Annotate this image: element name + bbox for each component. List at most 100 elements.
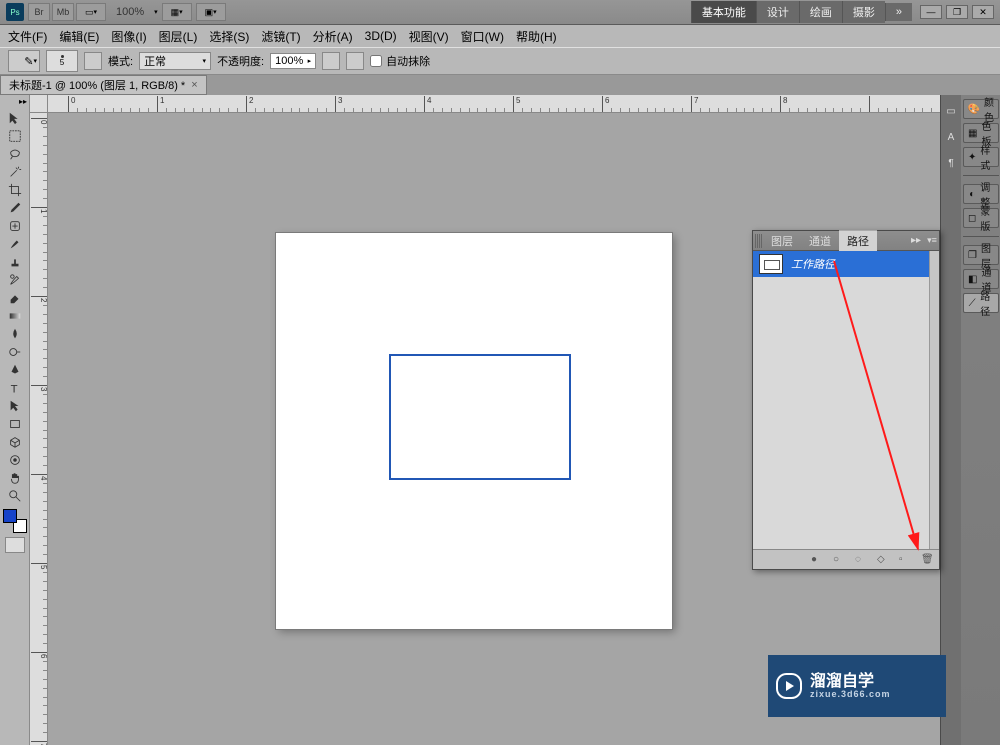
document-tab-bar: 未标题-1 @ 100% (图层 1, RGB/8) * ×: [0, 75, 1000, 95]
3d-tool[interactable]: [3, 433, 27, 451]
dodge-tool[interactable]: [3, 343, 27, 361]
foreground-color[interactable]: [3, 509, 17, 523]
history-brush-tool[interactable]: [3, 271, 27, 289]
character-panel-icon[interactable]: A: [941, 125, 961, 149]
bridge-icon[interactable]: Br: [28, 3, 50, 21]
workspace-photography[interactable]: 摄影: [842, 1, 885, 23]
stroke-path-icon[interactable]: ○: [833, 554, 845, 566]
document-tab[interactable]: 未标题-1 @ 100% (图层 1, RGB/8) * ×: [0, 75, 207, 95]
path-thumbnail[interactable]: [759, 254, 783, 274]
minibridge-icon[interactable]: Mb: [52, 3, 74, 21]
path-to-selection-icon[interactable]: ◌: [855, 554, 867, 566]
workspace-more[interactable]: »: [885, 3, 912, 21]
brush-picker[interactable]: 5: [46, 50, 78, 72]
ruler-vertical[interactable]: 01234567: [30, 113, 48, 745]
auto-erase-checkbox[interactable]: 自动抹除: [370, 53, 430, 69]
color-swatches[interactable]: [3, 509, 27, 533]
delete-path-icon[interactable]: 🗑: [921, 554, 933, 566]
brush-tool[interactable]: [3, 235, 27, 253]
tablet-pressure-opacity-icon[interactable]: [322, 52, 340, 70]
opacity-label: 不透明度:: [217, 53, 264, 69]
history-panel-icon[interactable]: ▭: [941, 99, 961, 123]
pen-tool[interactable]: [3, 361, 27, 379]
menu-3d[interactable]: 3D(D): [359, 27, 403, 45]
hand-tool[interactable]: [3, 469, 27, 487]
panel-scrollbar[interactable]: [929, 251, 939, 549]
panel-channels-button[interactable]: ◧通道: [963, 269, 999, 289]
path-row-work-path[interactable]: 工作路径: [753, 251, 939, 277]
brush-panel-toggle-icon[interactable]: [84, 52, 102, 70]
panel-layers-button[interactable]: ❐图层: [963, 245, 999, 265]
panel-color-button[interactable]: 🎨颜色: [963, 99, 999, 119]
blend-mode-select[interactable]: 正常▾: [139, 52, 211, 70]
menu-select[interactable]: 选择(S): [203, 26, 255, 47]
collapse-toolbar-icon[interactable]: ▸▸: [19, 97, 29, 107]
panel-tab-paths[interactable]: 路径: [839, 230, 877, 251]
new-path-icon[interactable]: ▫: [899, 554, 911, 566]
type-tool[interactable]: T: [3, 379, 27, 397]
selection-to-path-icon[interactable]: ◇: [877, 554, 889, 566]
menu-image[interactable]: 图像(I): [105, 26, 152, 47]
panel-tab-layers[interactable]: 图层: [763, 231, 801, 251]
panel-styles-button[interactable]: ✦样式: [963, 147, 999, 167]
zoom-display[interactable]: 100%: [110, 6, 150, 18]
document-tab-title: 未标题-1 @ 100% (图层 1, RGB/8) *: [9, 77, 185, 93]
arrange-doc-dropdown[interactable]: ▣▾: [196, 3, 226, 21]
close-icon[interactable]: ×: [191, 79, 197, 91]
eraser-tool[interactable]: [3, 289, 27, 307]
marquee-tool[interactable]: [3, 127, 27, 145]
quick-mask-button[interactable]: [5, 537, 25, 553]
eyedropper-tool[interactable]: [3, 199, 27, 217]
panel-tab-channels[interactable]: 通道: [801, 231, 839, 251]
workspace-design[interactable]: 设计: [756, 1, 799, 23]
move-tool[interactable]: [3, 109, 27, 127]
menu-window[interactable]: 窗口(W): [455, 26, 510, 47]
clone-stamp-tool[interactable]: [3, 253, 27, 271]
lasso-tool[interactable]: [3, 145, 27, 163]
paths-panel-body[interactable]: 工作路径: [753, 251, 939, 549]
workspace-painting[interactable]: 绘画: [799, 1, 842, 23]
magic-wand-tool[interactable]: [3, 163, 27, 181]
panel-grip-icon[interactable]: [755, 234, 763, 248]
menu-edit[interactable]: 编辑(E): [53, 26, 105, 47]
canvas[interactable]: [276, 233, 672, 629]
3d-camera-tool[interactable]: [3, 451, 27, 469]
panel-paths-button[interactable]: ⟋路径: [963, 293, 999, 313]
healing-brush-tool[interactable]: [3, 217, 27, 235]
screen-mode-dropdown[interactable]: ▭▾: [76, 3, 106, 21]
window-minimize-button[interactable]: —: [920, 5, 942, 19]
menu-file[interactable]: 文件(F): [2, 26, 53, 47]
workspace-essentials[interactable]: 基本功能: [691, 1, 756, 23]
crop-tool[interactable]: [3, 181, 27, 199]
rectangle-path[interactable]: [389, 354, 571, 480]
tool-preset-picker[interactable]: ✎▾: [8, 50, 40, 72]
window-restore-button[interactable]: ❐: [946, 5, 968, 19]
path-selection-tool[interactable]: [3, 397, 27, 415]
paths-panel-header[interactable]: 图层 通道 路径 ▸▸ ▾≡: [753, 231, 939, 251]
panel-menu-icon[interactable]: ▾≡: [925, 235, 939, 246]
shape-tool[interactable]: [3, 415, 27, 433]
ruler-origin[interactable]: [30, 95, 48, 113]
menu-analysis[interactable]: 分析(A): [307, 26, 359, 47]
airbrush-icon[interactable]: [346, 52, 364, 70]
panel-adjustments-button[interactable]: ◐调整: [963, 184, 999, 204]
zoom-dropdown[interactable]: ▾: [154, 8, 158, 16]
paths-panel[interactable]: 图层 通道 路径 ▸▸ ▾≡ 工作路径 ● ○ ◌ ◇ ▫ 🗑: [752, 230, 940, 570]
menu-filter[interactable]: 滤镜(T): [255, 26, 306, 47]
panel-swatches-button[interactable]: ▦色板: [963, 123, 999, 143]
gradient-tool[interactable]: [3, 307, 27, 325]
fill-path-icon[interactable]: ●: [811, 554, 823, 566]
menu-view[interactable]: 视图(V): [403, 26, 455, 47]
watermark-subtitle: zixue.3d66.com: [810, 690, 891, 699]
paragraph-panel-icon[interactable]: ¶: [941, 151, 961, 175]
menu-help[interactable]: 帮助(H): [510, 26, 563, 47]
ruler-horizontal[interactable]: 012345678: [48, 95, 940, 113]
menu-layer[interactable]: 图层(L): [153, 26, 204, 47]
panel-masks-button[interactable]: ◻蒙版: [963, 208, 999, 228]
zoom-tool[interactable]: [3, 487, 27, 505]
window-close-button[interactable]: ✕: [972, 5, 994, 19]
arrange-grid-dropdown[interactable]: ▦▾: [162, 3, 192, 21]
panel-collapse-icon[interactable]: ▸▸: [907, 235, 925, 246]
blur-tool[interactable]: [3, 325, 27, 343]
opacity-input[interactable]: 100%▸: [270, 53, 316, 69]
